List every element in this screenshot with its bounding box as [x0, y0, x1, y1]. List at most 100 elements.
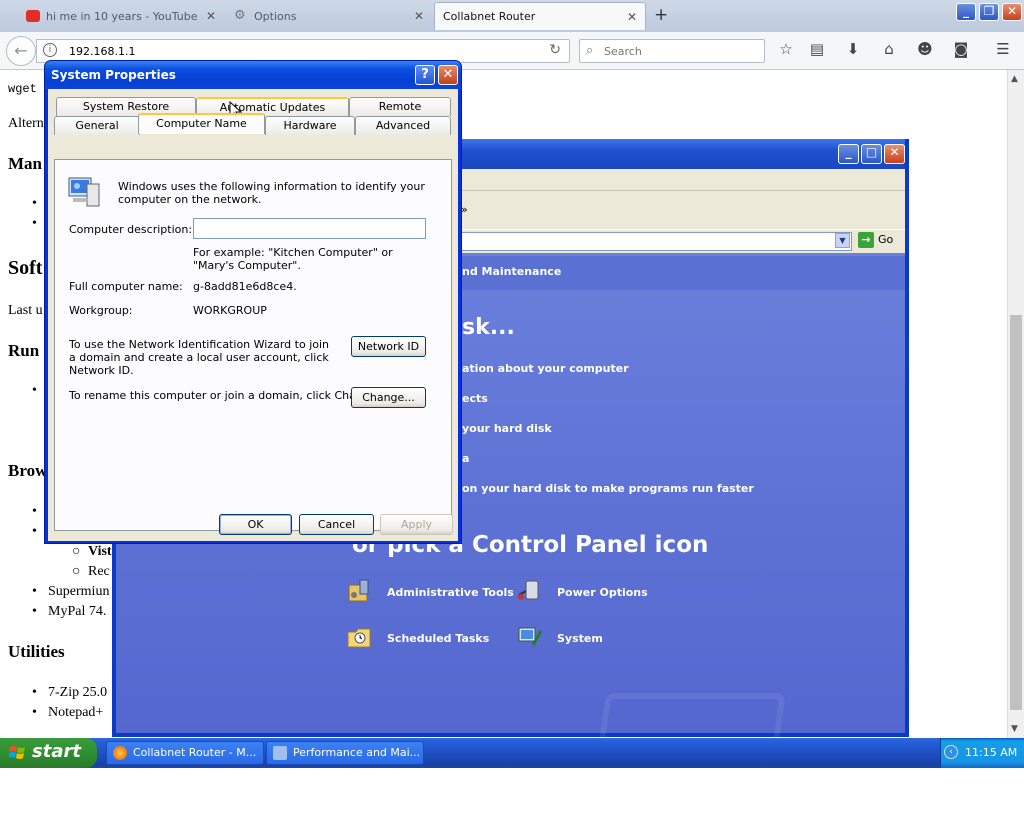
toolbar-overflow[interactable]: » [461, 203, 468, 216]
cp-icon-label[interactable]: System [557, 632, 603, 645]
home-icon[interactable]: ⌂ [879, 40, 899, 58]
web-heading: Run [8, 341, 40, 360]
tab-label: Computer Name [156, 117, 247, 130]
close-icon[interactable]: ✕ [414, 9, 424, 23]
scroll-thumb[interactable] [1010, 315, 1022, 710]
cp-icon-label[interactable]: Power Options [557, 586, 648, 599]
workgroup-value: WORKGROUP [193, 304, 267, 317]
web-link[interactable]: 7-Zip 25.0 [48, 685, 107, 701]
web-heading: Man [8, 154, 42, 173]
menu-icon[interactable]: ☰ [993, 40, 1013, 58]
tab-collabnet-router[interactable]: Collabnet Router ✕ [434, 2, 646, 30]
system-tray: ‹ 11:15 AM [940, 738, 1024, 768]
taskbar: start Collabnet Router - M... Performanc… [0, 738, 1024, 768]
url-text[interactable]: 192.168.1.1 [69, 45, 135, 58]
tab-advanced[interactable]: Advanced [355, 116, 451, 135]
page-scrollbar[interactable]: ▲ ▼ [1007, 70, 1024, 738]
help-button[interactable]: ? [415, 65, 435, 85]
tab-title: Options [254, 9, 297, 23]
info-icon[interactable]: i [43, 43, 57, 57]
cancel-button[interactable]: Cancel [299, 514, 374, 535]
scroll-up-icon[interactable]: ▲ [1011, 74, 1018, 84]
chevron-down-icon[interactable]: ▼ [835, 233, 850, 248]
chevron-left-icon[interactable]: ‹ [944, 745, 958, 759]
web-link[interactable]: Vist [88, 544, 112, 560]
arrow-right-icon: → [858, 232, 874, 248]
apply-button[interactable]: Apply [380, 514, 453, 535]
sub-bullet: ○ [72, 544, 81, 559]
web-link[interactable]: Supermiun [48, 584, 109, 600]
task-link[interactable]: on your hard disk to make programs run f… [462, 482, 754, 495]
taskbar-item-firefox[interactable]: Collabnet Router - M... [106, 741, 264, 765]
tab-title: Collabnet Router [443, 10, 536, 23]
pocket-icon[interactable]: ◙ [951, 40, 971, 58]
back-button[interactable]: ← [6, 36, 36, 66]
bullet: • [32, 196, 37, 211]
tab-options[interactable]: ⚙ Options ✕ [226, 2, 432, 30]
scheduled-tasks-icon[interactable] [346, 623, 374, 651]
power-options-icon[interactable] [516, 577, 544, 605]
restore-button[interactable]: ❐ [979, 3, 999, 21]
computer-description-input[interactable] [193, 218, 426, 239]
close-icon[interactable]: ✕ [206, 9, 216, 23]
tab-general[interactable]: General [54, 116, 140, 135]
network-id-button[interactable]: Network ID [351, 336, 426, 357]
close-button[interactable]: ✕ [438, 65, 458, 85]
web-link[interactable]: Notepad+ [48, 705, 103, 721]
search-input[interactable]: ⌕ Search [579, 39, 765, 63]
full-name-label: Full computer name: [69, 280, 183, 293]
tab-label: General [75, 119, 119, 132]
new-tab-button[interactable]: + [654, 5, 668, 25]
bullet: • [32, 524, 37, 539]
intro-text: Windows uses the following information t… [118, 180, 425, 206]
system-properties-dialog: System Properties ? ✕ System Restore Aut… [44, 60, 462, 544]
taskbar-item-label: Performance and Mai... [293, 746, 421, 759]
download-icon[interactable]: ⬇ [843, 40, 863, 58]
close-icon[interactable]: ✕ [627, 10, 637, 24]
bullet: • [32, 504, 37, 519]
example-text: For example: "Kitchen Computer" or "Mary… [193, 246, 393, 272]
clock[interactable]: 11:15 AM [965, 746, 1017, 759]
minimize-button[interactable]: _ [838, 144, 859, 164]
task-link[interactable]: a [462, 452, 469, 465]
reload-icon[interactable]: ↻ [549, 42, 561, 58]
bookmark-star-icon[interactable]: ☆ [776, 40, 796, 58]
close-button[interactable]: ✕ [1002, 3, 1022, 21]
tab-computer-name[interactable]: Computer Name [138, 113, 265, 134]
network-id-text: To use the Network Identification Wizard… [69, 338, 330, 377]
dialog-titlebar[interactable]: System Properties ? ✕ [45, 61, 461, 89]
description-label: Computer description: [69, 223, 193, 236]
minimize-button[interactable]: _ [956, 3, 976, 21]
task-link[interactable]: ects [462, 392, 488, 405]
cp-icon-label[interactable]: Administrative Tools [387, 586, 514, 599]
system-icon[interactable] [516, 623, 544, 651]
taskbar-item-performance[interactable]: Performance and Mai... [266, 741, 424, 765]
category-title: nd Maintenance [462, 265, 562, 278]
full-name-value: g-8add81e6d8ce4. [193, 280, 297, 293]
close-button[interactable]: ✕ [884, 144, 905, 164]
tab-remote[interactable]: Remote [349, 97, 451, 116]
reading-list-icon[interactable]: ▤ [807, 40, 827, 58]
pick-task-heading: sk... [462, 315, 515, 340]
control-panel-icon [273, 746, 287, 760]
administrative-tools-icon[interactable] [346, 577, 374, 605]
tab-hardware[interactable]: Hardware [265, 116, 355, 135]
change-button[interactable]: Change... [351, 387, 426, 408]
ok-button[interactable]: OK [219, 514, 292, 535]
smiley-icon[interactable]: ☻ [915, 40, 935, 58]
web-text: Altern [8, 116, 44, 131]
start-label: start [32, 741, 81, 762]
go-button[interactable]: → Go [858, 232, 902, 251]
tab-youtube[interactable]: hi me in 10 years - YouTube ✕ [18, 2, 224, 30]
windows-logo-icon [9, 746, 25, 759]
computer-icon [68, 177, 100, 207]
maximize-button[interactable]: □ [861, 144, 882, 164]
tab-label: Remote [378, 100, 422, 113]
bullet: • [32, 383, 37, 398]
scroll-down-icon[interactable]: ▼ [1011, 724, 1018, 734]
web-link[interactable]: MyPal 74. [48, 604, 106, 620]
task-link[interactable]: your hard disk [462, 422, 552, 435]
start-button[interactable]: start [0, 738, 97, 768]
task-link[interactable]: ation about your computer [462, 362, 629, 375]
cp-icon-label[interactable]: Scheduled Tasks [387, 632, 489, 645]
